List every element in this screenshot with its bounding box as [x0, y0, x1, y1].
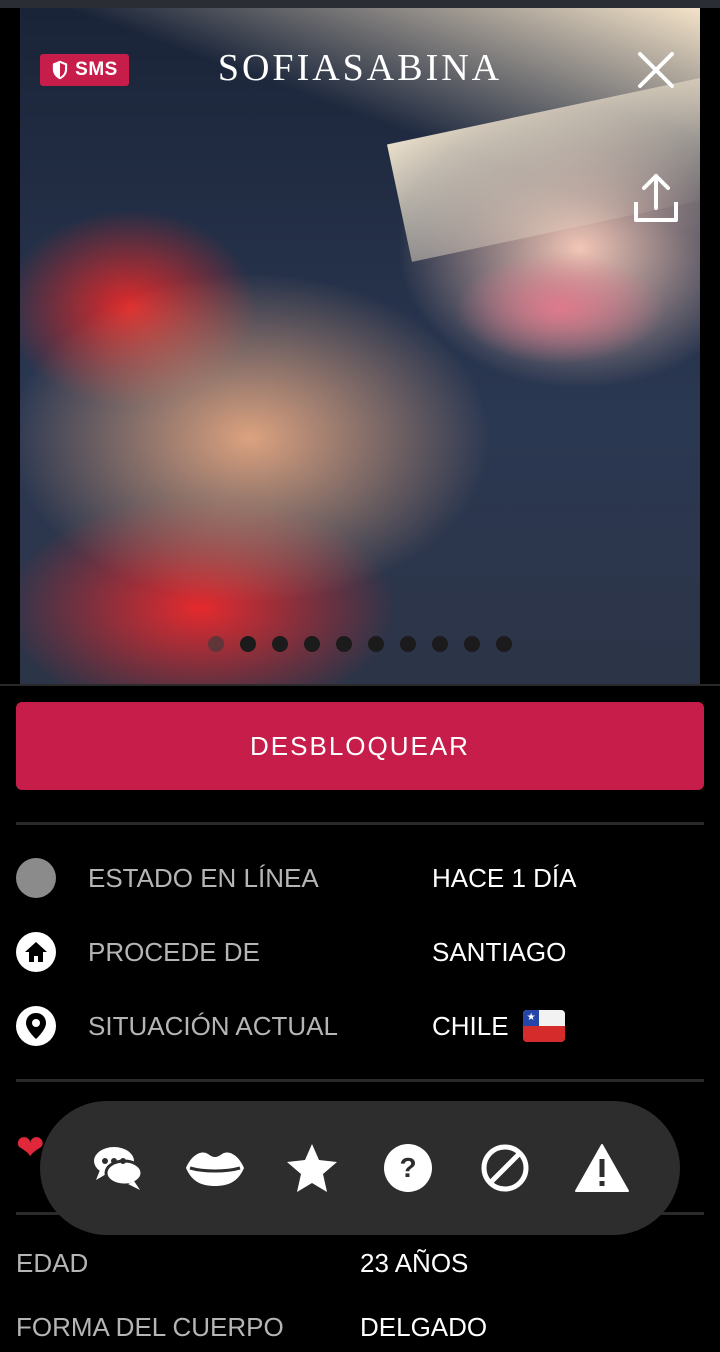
- svg-text:?: ?: [400, 1152, 417, 1183]
- divider: [0, 684, 720, 686]
- divider: [16, 822, 704, 825]
- top-bar: [0, 0, 720, 8]
- gallery-dot[interactable]: [240, 636, 256, 652]
- info-row-origin: PROCEDE DE SANTIAGO: [16, 930, 704, 974]
- sms-badge-label: SMS: [75, 59, 118, 80]
- divider: [16, 1079, 704, 1082]
- kiss-button[interactable]: [183, 1136, 247, 1200]
- question-button[interactable]: ?: [376, 1136, 440, 1200]
- report-button[interactable]: [570, 1136, 634, 1200]
- warning-icon: [574, 1144, 629, 1192]
- chat-icon: [94, 1147, 144, 1190]
- sms-badge: SMS: [40, 54, 129, 86]
- gallery-dot[interactable]: [432, 636, 448, 652]
- profile-name: SOFIASABINA: [217, 47, 503, 89]
- home-icon: [16, 932, 56, 972]
- gallery-dot[interactable]: [208, 636, 224, 652]
- detail-row-body-shape: FORMA DEL CUERPO DELGADO: [16, 1312, 704, 1352]
- close-icon: [638, 52, 674, 88]
- gallery-dot[interactable]: [400, 636, 416, 652]
- info-value: CHILE ★: [432, 1010, 565, 1042]
- action-bar: ?: [40, 1101, 680, 1235]
- gallery-dot[interactable]: [304, 636, 320, 652]
- favorite-button[interactable]: [280, 1136, 344, 1200]
- gallery-dot[interactable]: [272, 636, 288, 652]
- star-icon: [286, 1144, 337, 1192]
- detail-value: 23 AÑOS: [360, 1248, 469, 1278]
- chile-flag-icon: ★: [522, 1010, 565, 1042]
- share-button[interactable]: [628, 170, 684, 228]
- info-row-location: SITUACIÓN ACTUAL CHILE ★: [16, 1004, 704, 1048]
- share-icon: [634, 174, 678, 222]
- gallery-dot[interactable]: [368, 636, 384, 652]
- chat-button[interactable]: [86, 1136, 150, 1200]
- gallery-dots: [0, 636, 720, 652]
- location-pin-icon: [16, 1006, 56, 1046]
- info-label: PROCEDE DE: [88, 936, 260, 967]
- question-icon: ?: [384, 1144, 433, 1192]
- info-label: SITUACIÓN ACTUAL: [88, 1010, 338, 1041]
- gallery-dot[interactable]: [496, 636, 512, 652]
- gallery-dot[interactable]: [464, 636, 480, 652]
- detail-row-age: EDAD 23 AÑOS: [16, 1248, 704, 1288]
- info-value: SANTIAGO: [432, 936, 567, 967]
- block-button[interactable]: [473, 1136, 537, 1200]
- profile-photo[interactable]: [20, 8, 700, 684]
- unlock-button[interactable]: DESBLOQUEAR: [16, 702, 704, 790]
- block-icon: [481, 1144, 529, 1192]
- info-row-online-status: ESTADO EN LÍNEA HACE 1 DÍA: [16, 856, 704, 900]
- info-label: ESTADO EN LÍNEA: [88, 862, 319, 893]
- shield-icon: [53, 60, 68, 80]
- kiss-icon: [185, 1152, 244, 1186]
- close-button[interactable]: [630, 44, 682, 96]
- detail-label: FORMA DEL CUERPO: [16, 1312, 284, 1342]
- status-dot-icon: [16, 858, 56, 898]
- detail-label: EDAD: [16, 1248, 89, 1278]
- gallery-dot[interactable]: [336, 636, 352, 652]
- detail-value: DELGADO: [360, 1312, 488, 1342]
- info-value: HACE 1 DÍA: [432, 862, 577, 893]
